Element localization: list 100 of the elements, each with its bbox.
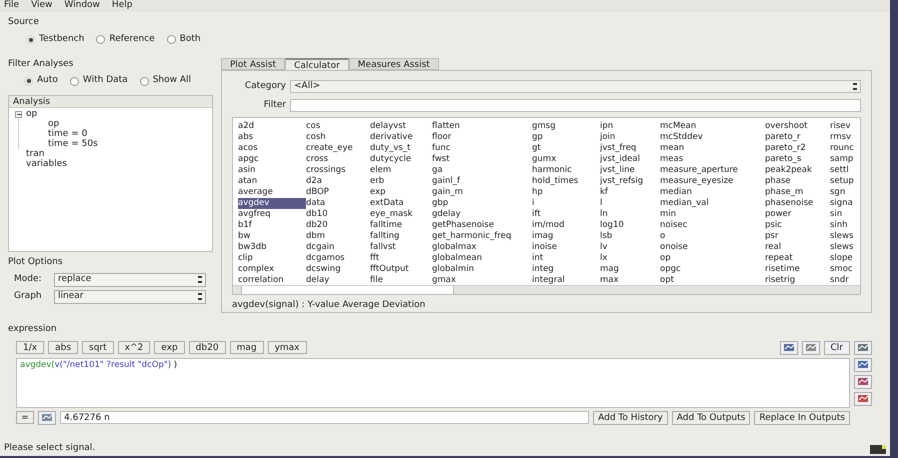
radio-button[interactable] [140,76,149,86]
function-item[interactable]: inoise [532,242,600,253]
expression-field[interactable]: avgdev(v("/net101" ?result "dcOp") ) [16,358,850,408]
function-item[interactable]: fftOutput [370,264,432,275]
function-item[interactable]: phasenoise [765,198,830,209]
function-item[interactable]: jvst_ideal [600,154,660,165]
action-button[interactable]: Add To Outputs [672,410,750,424]
function-button[interactable]: x^2 [118,341,150,354]
function-item[interactable]: dcgamos [306,253,370,264]
function-item[interactable]: flatten [432,121,532,132]
function-item[interactable]: sgn [830,187,860,198]
function-item[interactable]: gain_m [432,187,532,198]
function-item[interactable]: o [660,231,765,242]
radio-button[interactable] [70,76,79,86]
radio-button[interactable] [166,35,176,44]
function-item[interactable]: phase [765,176,830,187]
function-item[interactable]: ga [432,165,532,176]
menu-item[interactable]: Window [64,0,100,13]
function-item[interactable]: fft [370,253,432,264]
function-item[interactable]: floor [432,132,532,143]
dropdown[interactable]: <All> [290,80,861,94]
function-item[interactable]: ipn [600,121,660,132]
function-item[interactable]: dutycycle [370,154,432,165]
function-item[interactable]: ift [532,209,600,220]
function-item[interactable]: smoc [830,264,860,275]
function-item[interactable]: acos [238,143,306,154]
function-item[interactable]: cosh [306,132,370,143]
function-item[interactable]: dbm [306,231,370,242]
menu-item[interactable]: View [31,0,52,13]
function-item[interactable]: slope [830,253,860,264]
radio-button[interactable] [24,76,33,86]
function-item[interactable]: noisec [660,220,765,231]
function-item[interactable]: integ [532,264,600,275]
function-item[interactable]: correlation [238,275,306,284]
function-item[interactable]: psic [765,220,830,231]
function-item[interactable]: create_eye [306,143,370,154]
function-item[interactable]: extData [370,198,432,209]
function-item[interactable]: sndr [830,275,860,284]
function-item[interactable]: opgc [660,264,765,275]
function-item[interactable]: sinh [830,220,860,231]
function-item[interactable]: mcMean [660,121,765,132]
function-item[interactable]: power [765,209,830,220]
function-item[interactable]: elem [370,165,432,176]
function-item[interactable]: derivative [370,132,432,143]
function-item[interactable]: pareto_s [765,154,830,165]
function-item[interactable]: eye_mask [370,209,432,220]
function-item[interactable]: pareto_r2 [765,143,830,154]
function-item[interactable]: slews [830,231,860,242]
horizontal-scrollbar[interactable] [233,284,860,294]
function-item[interactable]: duty_vs_t [370,143,432,154]
function-item[interactable]: mcStddev [660,132,765,143]
function-item[interactable]: avgfreq [238,209,306,220]
function-item[interactable]: hp [532,187,600,198]
function-item[interactable]: delayvst [370,121,432,132]
function-item[interactable]: atan [238,176,306,187]
function-item[interactable]: db10 [306,209,370,220]
function-item[interactable]: avgdev [238,198,306,209]
function-button[interactable]: mag [230,341,264,354]
function-item[interactable]: i [532,198,600,209]
function-item[interactable]: bw [238,231,306,242]
function-item[interactable]: gmsg [532,121,600,132]
function-item[interactable]: db20 [306,220,370,231]
dropdown[interactable]: linear [54,290,206,304]
function-item[interactable]: globalmean [432,253,532,264]
tab[interactable]: Calculator [285,58,349,70]
function-item[interactable]: get_harmonic_freq [432,231,532,242]
function-item[interactable]: ln [600,209,660,220]
function-item[interactable]: erb [370,176,432,187]
function-item[interactable]: median_val [660,198,765,209]
menu-item[interactable]: File [4,0,20,13]
chart-icon[interactable] [854,374,872,388]
function-item[interactable]: func [432,143,532,154]
function-item[interactable]: d2a [306,176,370,187]
function-item[interactable]: hold_times [532,176,600,187]
function-item[interactable]: repeat [765,253,830,264]
function-item[interactable]: meas [660,154,765,165]
dropdown[interactable]: replace [54,272,206,286]
function-item[interactable]: dcgain [306,242,370,253]
function-item[interactable]: risetime [765,264,830,275]
radio-button[interactable] [96,35,106,44]
function-item[interactable]: asin [238,165,306,176]
function-item[interactable]: peak2peak [765,165,830,176]
function-item[interactable]: measure_aperture [660,165,765,176]
function-item[interactable]: lx [600,253,660,264]
function-item[interactable]: bw3db [238,242,306,253]
function-item[interactable]: im/mod [532,220,600,231]
function-item[interactable]: rounc [830,143,860,154]
function-item[interactable]: harmonic [532,165,600,176]
action-button[interactable]: Replace In Outputs [754,410,850,424]
equals-button[interactable]: = [16,411,34,424]
function-item[interactable]: jvst_refsig [600,176,660,187]
function-item[interactable]: exp [370,187,432,198]
function-item[interactable]: file [370,275,432,284]
function-item[interactable]: dcswing [306,264,370,275]
function-item[interactable]: slews [830,242,860,253]
function-item[interactable]: clip [238,253,306,264]
tree-item[interactable]: time = 0 [48,129,88,139]
tree-item[interactable]: tran [26,149,44,159]
chart-icon[interactable] [780,340,798,354]
function-item[interactable]: setup [830,176,860,187]
